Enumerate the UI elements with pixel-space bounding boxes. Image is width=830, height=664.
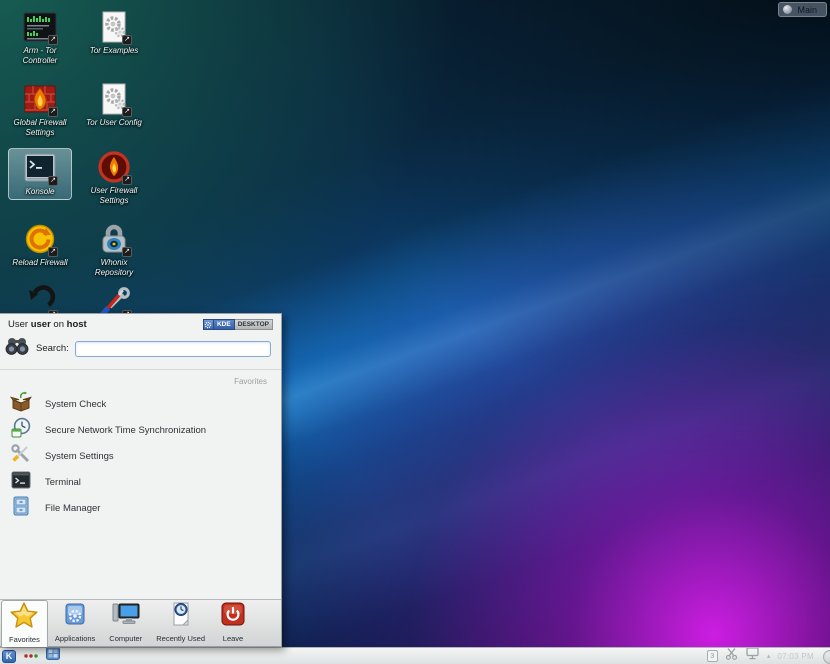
quicklaunch-dots-icon[interactable]	[23, 648, 39, 664]
computer-icon	[111, 600, 141, 633]
network-monitor-icon[interactable]	[745, 648, 760, 664]
tab-label: Leave	[222, 634, 244, 643]
tab-favorites[interactable]: Favorites	[1, 600, 48, 647]
menu-item-terminal[interactable]: Terminal	[0, 469, 281, 495]
hostname: host	[66, 319, 87, 330]
menu-item-label: System Settings	[45, 450, 114, 462]
document-gear-icon: ↗	[97, 10, 132, 45]
shortcut-emblem-icon: ↗	[48, 107, 58, 117]
menu-item-label: Secure Network Time Synchronization	[45, 424, 207, 436]
desktop-icon-label: User Firewall Settings	[90, 186, 138, 205]
star-icon	[9, 601, 39, 634]
desktop-icon-user-firewall-settings[interactable]: ↗ User Firewall Settings	[82, 148, 146, 207]
power-icon	[219, 600, 247, 633]
activity-icon	[783, 5, 793, 14]
shortcut-emblem-icon: ↗	[122, 35, 132, 45]
username: user	[30, 319, 51, 330]
desktop-icon-label: Arm - Tor Controller	[22, 46, 58, 65]
favorites-list: System Check Secure Network Time Synchro…	[0, 389, 281, 523]
tab-label: Recently Used	[156, 634, 206, 643]
file-cabinet-icon	[10, 495, 32, 522]
tab-applications[interactable]: Applications	[48, 600, 102, 646]
menu-item-file-manager[interactable]: File Manager	[0, 495, 281, 521]
tab-label: Computer	[109, 634, 143, 643]
menu-item-label: File Manager	[45, 502, 101, 514]
launcher-user-host: User user on host	[8, 319, 87, 330]
menu-item-label: Terminal	[45, 476, 81, 488]
tools-icon	[10, 443, 32, 470]
shortcut-emblem-icon: ↗	[122, 107, 132, 117]
tab-recently-used[interactable]: Recently Used	[149, 600, 212, 646]
terminal-icon	[10, 469, 32, 496]
pager-icon[interactable]	[46, 648, 60, 664]
kde-branding-badge: KDE DESKTOP	[202, 319, 273, 330]
recent-document-icon	[167, 600, 195, 633]
firewall-flame-badge-icon: ↗	[97, 150, 132, 185]
launcher-header: User user on host KDE DESKTOP	[0, 314, 281, 333]
desktop-icon-konsole[interactable]: ↗ Konsole	[8, 148, 72, 200]
desktop-icon-arm-tor-controller[interactable]: ↗ Arm - Tor Controller	[8, 8, 72, 67]
binoculars-icon	[4, 335, 30, 362]
kde-label: KDE	[213, 319, 235, 330]
kde-gear-icon	[202, 319, 214, 330]
menu-item-time-sync[interactable]: Secure Network Time Synchronization	[0, 417, 281, 443]
search-input[interactable]	[74, 340, 271, 357]
favorites-section-label: Favorites	[234, 377, 267, 386]
shortcut-emblem-icon: ↗	[122, 247, 132, 257]
tab-label: Applications	[54, 634, 96, 643]
taskbar-left: K	[2, 648, 60, 664]
applications-icon	[61, 600, 89, 633]
menu-item-label: System Check	[45, 398, 107, 410]
clipboard-count-icon[interactable]: 3	[706, 650, 718, 662]
desktop-icon-label: Reload Firewall	[12, 258, 68, 267]
desktop-icon-label: Global Firewall Settings	[13, 118, 67, 137]
klipper-scissors-icon[interactable]	[725, 648, 738, 664]
menu-item-system-check[interactable]: System Check	[0, 391, 281, 417]
package-box-icon	[9, 391, 33, 418]
document-gear-icon: ↗	[97, 82, 132, 117]
tab-leave[interactable]: Leave	[212, 600, 254, 646]
taskbar: K 3 ▴ 07:03 PM	[0, 647, 830, 664]
launcher-empty-area	[0, 523, 281, 599]
menu-item-system-settings[interactable]: System Settings	[0, 443, 281, 469]
shortcut-emblem-icon: ↗	[122, 175, 132, 185]
clock-sync-icon	[10, 417, 32, 444]
activity-button[interactable]: Main	[778, 2, 827, 17]
desktop-label: DESKTOP	[234, 319, 273, 330]
shortcut-emblem-icon: ↗	[48, 35, 58, 45]
padlock-icon: ↗	[97, 222, 132, 257]
kickoff-launcher-menu: User user on host KDE DESKTOP Search: Fa…	[0, 313, 282, 647]
panel-toolbox-cashew-icon[interactable]	[823, 650, 830, 664]
desktop-icon-reload-firewall[interactable]: ↗ Reload Firewall	[8, 220, 72, 270]
kmenu-button[interactable]: K	[2, 649, 16, 663]
konsole-terminal-icon: ↗	[23, 151, 58, 186]
activity-label: Main	[797, 4, 817, 15]
tray-expand-icon[interactable]: ▴	[767, 652, 771, 660]
desktop-icon-label: Konsole	[25, 187, 55, 196]
tab-computer[interactable]: Computer	[102, 600, 149, 646]
digital-clock[interactable]: 07:03 PM	[777, 652, 814, 661]
desktop-icon-label: Whonix Repository	[94, 258, 134, 277]
launcher-tab-bar: Favorites Applications Computer Recently…	[0, 599, 281, 647]
desktop-icon-label: Tor User Config	[86, 118, 142, 127]
desktop-icon-whonix-repository[interactable]: ↗ Whonix Repository	[82, 220, 146, 279]
desktop-icon-label: Tor Examples	[89, 46, 139, 55]
arm-tor-controller-icon: ↗	[23, 10, 58, 45]
system-tray: 3 ▴ 07:03 PM	[706, 648, 828, 664]
desktop-icon-tor-user-config[interactable]: ↗ Tor User Config	[82, 80, 146, 130]
desktop-icon-tor-examples[interactable]: ↗ Tor Examples	[82, 8, 146, 58]
firewall-wall-icon: ↗	[23, 82, 58, 117]
desktop-icon-global-firewall-settings[interactable]: ↗ Global Firewall Settings	[8, 80, 72, 139]
launcher-search-row: Search:	[0, 333, 281, 370]
search-label: Search:	[36, 343, 69, 354]
shortcut-emblem-icon: ↗	[48, 176, 58, 186]
tab-label: Favorites	[9, 635, 40, 644]
reload-circle-icon: ↗	[23, 222, 58, 257]
shortcut-emblem-icon: ↗	[48, 247, 58, 257]
